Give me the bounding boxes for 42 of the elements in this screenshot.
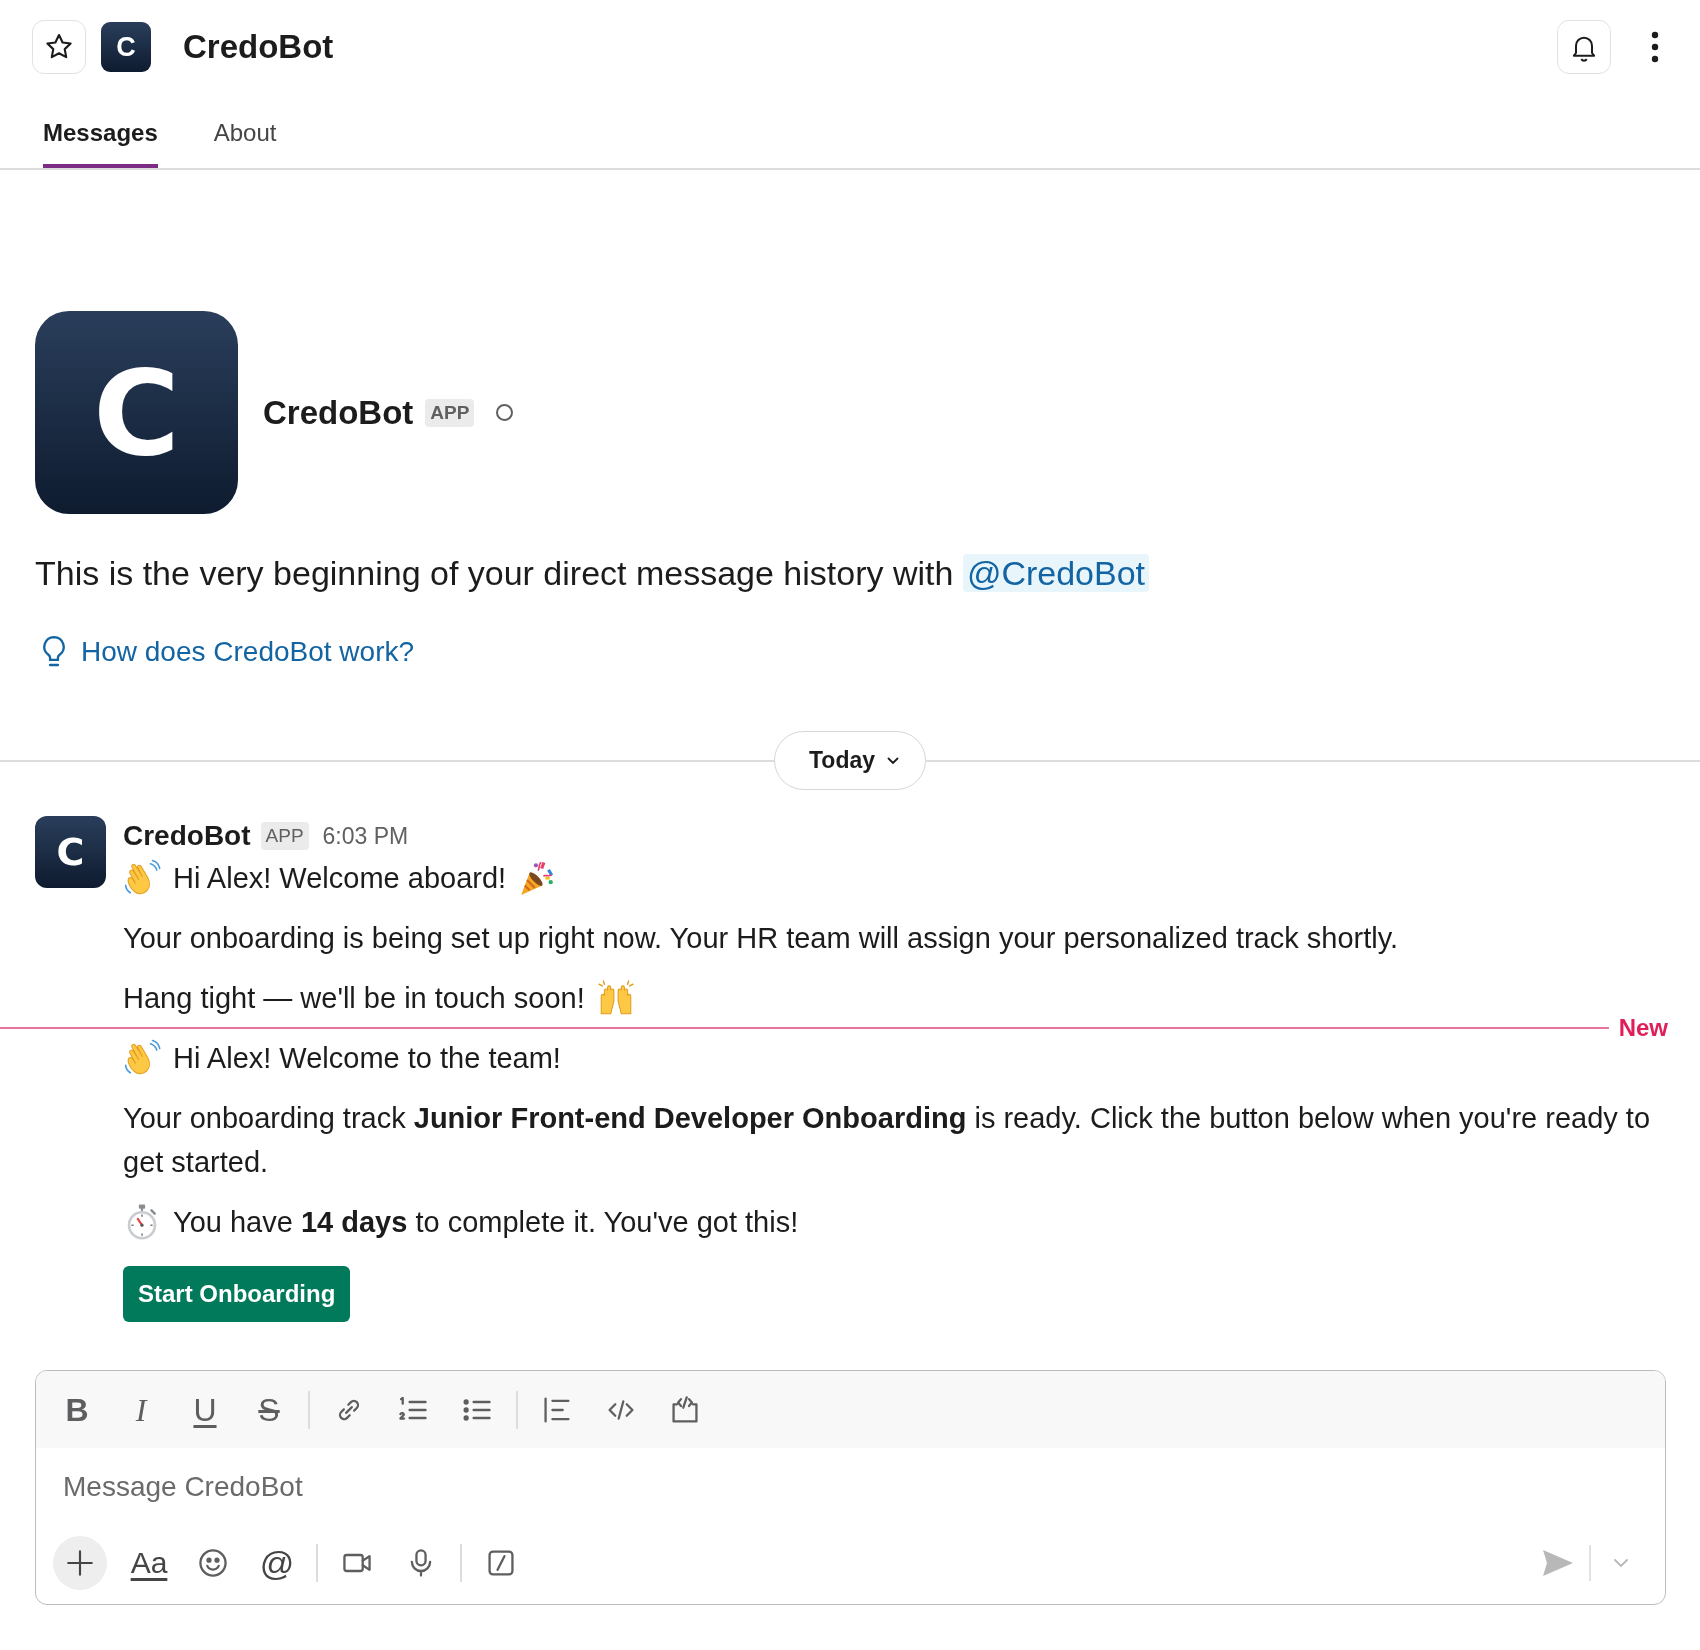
- tab[interactable]: About: [213, 94, 277, 168]
- favorite-button[interactable]: [32, 20, 86, 74]
- new-messages-label: New: [1618, 1016, 1668, 1040]
- message-text: Hi Alex! Welcome to the team!: [173, 1041, 561, 1076]
- chevron-down-icon: [887, 756, 899, 765]
- notifications-button[interactable]: [1557, 20, 1611, 74]
- sender-name[interactable]: CredoBot: [123, 820, 251, 852]
- message-input[interactable]: Message CredoBot: [63, 1471, 303, 1502]
- message-text: Your onboarding track Junior Front-end Developer Onboarding is ready. Click the button below when you're ready to get started.: [123, 1101, 1652, 1180]
- raised-hands-icon: [596, 979, 635, 1017]
- app-badge: APP: [425, 398, 475, 427]
- emoji-icon[interactable]: [197, 1547, 229, 1579]
- bot-avatar: C: [35, 311, 238, 514]
- message-text: Hang tight — we'll be in touch soon!: [123, 981, 585, 1016]
- plus-icon: [65, 1548, 95, 1578]
- lightbulb-icon: [41, 635, 67, 669]
- message-text: You have 14 days to complete it. You've got this!: [173, 1205, 799, 1240]
- start-onboarding-button[interactable]: Start Onboarding: [123, 1266, 351, 1322]
- shortcuts-icon[interactable]: [485, 1547, 517, 1579]
- waving-hand-icon: [123, 1039, 161, 1077]
- strikethrough-button[interactable]: S: [258, 1389, 280, 1430]
- bold-button[interactable]: B: [65, 1389, 89, 1430]
- mention-link[interactable]: @CredoBot: [962, 554, 1150, 592]
- message-text: Hi Alex! Welcome aboard!: [173, 861, 507, 896]
- tab[interactable]: Messages: [43, 94, 158, 168]
- code-block-icon[interactable]: [669, 1393, 701, 1426]
- mention-button[interactable]: @: [259, 1543, 295, 1583]
- channel-title: CredoBot: [183, 28, 334, 66]
- help-link[interactable]: How does CredoBot work?: [81, 632, 415, 672]
- bot-avatar: C: [35, 816, 106, 888]
- underline-button[interactable]: U: [193, 1389, 217, 1430]
- message-text: Your onboarding is being set up right now. Your HR team will assign your personalized track shortly.: [123, 921, 1399, 956]
- date-button[interactable]: Today: [774, 731, 926, 790]
- formatting-button[interactable]: Aa: [130, 1543, 168, 1583]
- italic-button[interactable]: I: [135, 1389, 147, 1430]
- timestamp[interactable]: 6:03 PM: [322, 822, 409, 850]
- more-icon[interactable]: [1650, 30, 1660, 64]
- app-avatar: C: [101, 22, 151, 72]
- intro-text: This is the very beginning of your direct message history with @CredoBot: [35, 550, 1665, 596]
- bot-name: CredoBot: [263, 393, 414, 432]
- app-badge: APP: [260, 822, 309, 850]
- waving-hand-icon: [123, 859, 161, 897]
